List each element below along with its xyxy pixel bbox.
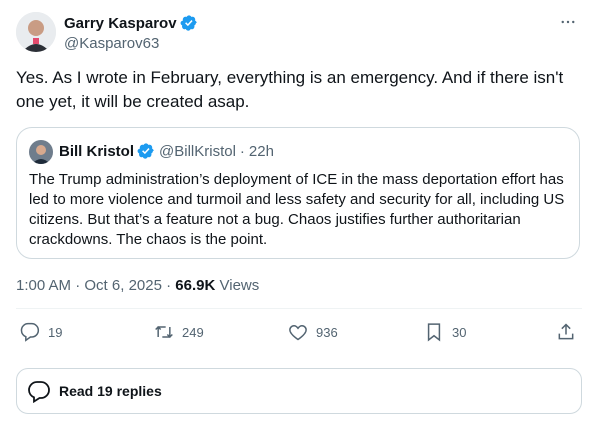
author-avatar[interactable] <box>16 12 56 52</box>
tweet-time[interactable]: 1:00 AM <box>16 277 71 294</box>
quoted-author-avatar[interactable] <box>29 140 53 164</box>
more-icon[interactable] <box>558 12 578 32</box>
divider <box>16 308 582 309</box>
bookmark-button[interactable]: 30 <box>424 322 466 342</box>
quoted-author-name[interactable]: Bill Kristol <box>59 143 134 160</box>
tweet-date[interactable]: Oct 6, 2025 <box>84 277 162 294</box>
quoted-text: The Trump administration’s deployment of… <box>29 171 565 248</box>
bookmark-icon <box>427 323 441 342</box>
action-bar: 19 249 936 30 <box>16 322 582 352</box>
like-count: 936 <box>316 324 338 340</box>
share-button[interactable] <box>556 322 576 342</box>
reply-icon <box>20 322 40 342</box>
repost-count: 249 <box>182 324 204 340</box>
tweet-text: Yes. As I wrote in February, everything … <box>16 68 564 111</box>
views-label: Views <box>219 277 260 294</box>
bookmark-count: 30 <box>452 324 467 340</box>
quoted-separator: · <box>239 142 245 160</box>
repost-button[interactable]: 249 <box>154 322 204 342</box>
quoted-author-handle[interactable]: @BillKristol <box>159 143 236 160</box>
repost-icon <box>155 325 173 339</box>
verified-badge-icon <box>180 14 198 32</box>
share-icon <box>558 323 574 340</box>
like-icon <box>289 324 307 341</box>
author-handle[interactable]: @Kasparov63 <box>64 35 159 52</box>
reply-button[interactable]: 19 <box>20 322 62 342</box>
verified-badge-icon <box>137 142 155 160</box>
tweet-meta: 1:00 AM · Oct 6, 2025 · 66.9K Views <box>16 277 259 294</box>
meta-separator: · <box>75 277 81 294</box>
read-replies-button[interactable]: Read 19 replies <box>16 368 582 414</box>
views-count: 66.9K <box>175 277 216 294</box>
reply-count: 19 <box>48 324 63 340</box>
like-button[interactable]: 936 <box>288 322 338 342</box>
meta-separator: · <box>166 277 172 294</box>
tweet-header: Garry Kasparov @Kasparov63 <box>16 12 582 56</box>
replies-bubble-icon <box>28 381 50 403</box>
quoted-tweet[interactable]: Bill Kristol @BillKristol · 22h The Trum… <box>16 127 580 259</box>
author-name[interactable]: Garry Kasparov <box>64 15 177 32</box>
read-replies-label: Read 19 replies <box>59 383 162 399</box>
quoted-time[interactable]: 22h <box>249 143 274 160</box>
